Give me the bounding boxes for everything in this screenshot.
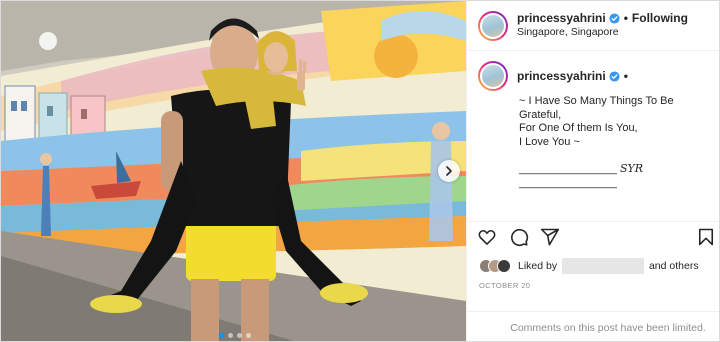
caption-line: For One Of them Is You,	[519, 122, 638, 134]
liked-by-label: Liked by	[518, 259, 558, 272]
carousel-next-button[interactable]	[438, 160, 460, 182]
comment-icon[interactable]	[509, 227, 529, 247]
caption-username[interactable]: princessyahrini	[517, 69, 606, 83]
bookmark-icon[interactable]	[696, 227, 716, 247]
likes-summary: Liked by and others	[479, 257, 699, 275]
carousel-dot	[228, 333, 233, 338]
carousel-dot	[246, 333, 251, 338]
post-header: princessyahrini • Following Singapore, S…	[467, 1, 719, 51]
post-date[interactable]: OCTOBER 20	[479, 281, 530, 290]
heart-icon[interactable]	[477, 227, 497, 247]
post-username[interactable]: princessyahrini	[517, 11, 606, 26]
liker-name-redacted[interactable]	[562, 258, 645, 274]
comments-limited-notice: Comments on this post have been limited.	[467, 311, 719, 341]
mural-photo-image	[1, 1, 466, 341]
signature: SYR	[619, 162, 644, 175]
and-others-link[interactable]: and others	[649, 260, 699, 272]
following-button[interactable]: Following	[632, 11, 688, 26]
caption-dot: •	[623, 69, 628, 83]
verified-badge-icon	[609, 13, 620, 24]
caption-avatar[interactable]	[478, 61, 508, 91]
caption-text: ~ I Have So Many Things To Be Grateful, …	[519, 95, 714, 190]
verified-badge-icon	[609, 70, 620, 82]
signature-underline: ________________	[519, 163, 617, 175]
share-icon[interactable]	[540, 227, 560, 247]
caption-line: ~ I Have So Many Things To Be Grateful,	[519, 95, 674, 121]
post-location[interactable]: Singapore, Singapore	[517, 26, 688, 39]
carousel-dot	[219, 333, 224, 338]
post-side-panel: princessyahrini • Following Singapore, S…	[466, 1, 719, 341]
signature-underline-2: ________________	[519, 176, 617, 189]
caption-line: I Love You ~	[519, 135, 580, 148]
post-photo[interactable]	[1, 1, 466, 341]
separator-dot: •	[623, 11, 628, 26]
carousel-dot	[237, 333, 242, 338]
liker-avatar[interactable]	[497, 259, 511, 273]
post-caption: princessyahrini • ~ I Have So Many Thing…	[478, 61, 714, 190]
avatar[interactable]	[478, 10, 508, 41]
chevron-right-icon	[446, 166, 452, 176]
action-bar	[467, 221, 719, 251]
post-container: princessyahrini • Following Singapore, S…	[0, 0, 720, 342]
carousel-dots	[219, 333, 251, 338]
